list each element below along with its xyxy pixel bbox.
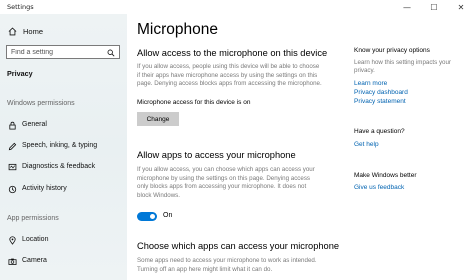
section-label-windows-permissions: Windows permissions [7,100,75,107]
description-line: If you allow access, people using this d… [137,63,320,70]
sidebar-item-diagnostics[interactable]: Diagnostics & feedback [0,160,127,174]
sidebar-item-label: Speech, inking, & typing [22,142,98,149]
get-help-link[interactable]: Get help [354,141,379,148]
privacy-options-heading: Know your privacy options [354,47,430,54]
sidebar-item-camera[interactable]: Camera [0,254,127,268]
sidebar-item-location[interactable]: Location [0,233,127,247]
description-line: if their apps have microphone access by … [137,71,318,79]
question-heading: Have a question? [354,128,405,135]
description-line: Turning off an app here might limit what… [137,265,273,273]
maximize-button[interactable]: ☐ [421,0,447,14]
sidebar-item-general[interactable]: General [0,118,127,132]
search-box[interactable] [6,45,120,59]
sidebar-item-home[interactable]: Home [0,25,127,39]
pen-icon [8,142,17,151]
description-line: microphone by using the settings on this… [137,174,311,182]
description-line: block Windows. [137,191,180,199]
sidebar-item-speech[interactable]: Speech, inking, & typing [0,139,127,153]
sidebar-item-label: Location [22,236,49,243]
title-bar: Settings — ☐ ✕ [0,0,474,14]
description-line: privacy. [354,67,375,74]
location-icon [9,236,16,245]
page-title: Microphone [137,21,218,38]
app-access-toggle[interactable] [137,212,157,221]
section-heading-choose-apps: Choose which apps can access your microp… [137,241,340,251]
section-heading-app-access: Allow apps to access your microphone [137,150,296,160]
description-line: If you allow access, you can choose whic… [137,166,315,173]
privacy-options-description: Learn how this setting impacts your priv… [354,59,464,75]
diagnostics-icon [8,163,17,171]
sidebar-item-label: Diagnostics & feedback [22,163,96,170]
make-windows-better-heading: Make Windows better [354,172,417,179]
lock-icon [9,121,16,130]
toggle-knob [150,214,155,219]
history-icon [8,185,17,194]
give-feedback-link[interactable]: Give us feedback [354,184,404,191]
section-label-app-permissions: App permissions [7,215,59,222]
section-description-choose-apps: Some apps need to access your microphone… [137,257,345,274]
main-content: Microphone Allow access to the microphon… [127,14,474,280]
sidebar-item-label: Activity history [22,185,67,192]
learn-more-link[interactable]: Learn more [354,80,387,87]
category-title: Privacy [7,69,33,78]
toggle-state-label: On [163,212,173,219]
privacy-statement-link[interactable]: Privacy statement [354,98,406,105]
sidebar-item-label: Home [23,27,44,36]
description-line: Some apps need to access your microphone… [137,257,317,264]
sidebar: Home Privacy Windows permissions General… [0,14,127,280]
section-description-app-access: If you allow access, you can choose whic… [137,166,345,200]
search-icon[interactable] [107,49,115,57]
camera-icon [8,258,17,265]
section-heading-device-access: Allow access to the microphone on this d… [137,48,328,58]
section-description-device-access: If you allow access, people using this d… [137,63,345,89]
sidebar-item-label: Camera [22,257,47,264]
minimize-button[interactable]: — [394,0,420,14]
privacy-dashboard-link[interactable]: Privacy dashboard [354,89,408,96]
sidebar-item-activity-history[interactable]: Activity history [0,182,127,196]
home-icon [8,27,17,36]
sidebar-item-label: General [22,121,47,128]
change-button[interactable]: Change [137,112,179,126]
description-line: Learn how this setting impacts your [354,59,451,66]
close-button[interactable]: ✕ [448,0,474,14]
search-input[interactable] [11,48,106,57]
description-line: page. Denying access blocks apps from ac… [137,80,322,87]
device-access-status: Microphone access for this device is on [137,99,251,106]
window-title: Settings [7,3,34,11]
description-line: only blocks apps from accessing your mic… [137,183,307,190]
